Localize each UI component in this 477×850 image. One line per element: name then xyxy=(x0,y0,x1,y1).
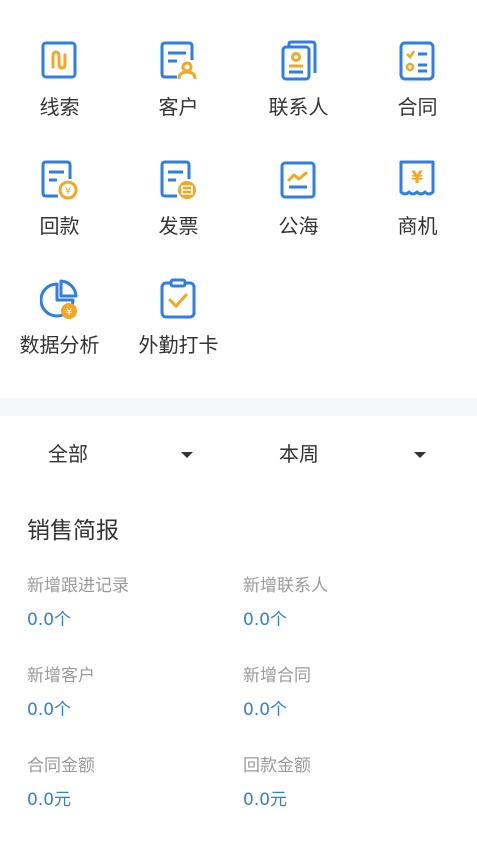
metric-value: 0.0个 xyxy=(27,700,72,720)
metric-value: 0.0元 xyxy=(27,790,72,810)
module-label: 联系人 xyxy=(268,95,329,119)
metric-collection-amount[interactable]: 回款金额 0.0元 xyxy=(243,756,443,810)
module-lead[interactable]: 线索 xyxy=(0,0,119,118)
module-label: 商机 xyxy=(397,214,438,238)
contacts-icon xyxy=(281,40,317,81)
chevron-down-icon xyxy=(181,452,193,458)
metric-new-contracts[interactable]: 新增合同 0.0个 xyxy=(243,666,443,720)
module-customer[interactable]: 客户 xyxy=(119,0,238,118)
module-data-analysis[interactable]: ¥ 数据分析 xyxy=(0,238,119,356)
metric-label: 新增客户 xyxy=(27,666,95,686)
module-payment-collection[interactable]: ¥ 回款 xyxy=(0,119,119,237)
crm-home-screen: 线索 客户 联系人 合同 ¥ 回款 发票 公海 ¥ 商机 ¥ 数据分析 外勤打卡… xyxy=(0,0,477,850)
metric-value: 0.0个 xyxy=(27,610,72,630)
module-opportunity[interactable]: ¥ 商机 xyxy=(358,119,477,237)
module-invoice[interactable]: 发票 xyxy=(119,119,238,237)
metric-contract-amount[interactable]: 合同金额 0.0元 xyxy=(27,756,227,810)
metric-new-followups[interactable]: 新增跟进记录 0.0个 xyxy=(27,576,227,630)
field-checkin-icon xyxy=(160,278,196,319)
period-dropdown-value: 本周 xyxy=(279,442,319,466)
data-analysis-icon: ¥ xyxy=(40,279,78,319)
metric-new-customers[interactable]: 新增客户 0.0个 xyxy=(27,666,227,720)
scope-dropdown[interactable]: 全部 xyxy=(0,416,238,494)
customer-icon xyxy=(160,41,197,80)
module-label: 发票 xyxy=(158,214,199,238)
metric-label: 新增联系人 xyxy=(243,576,328,596)
module-public-pool[interactable]: 公海 xyxy=(239,119,358,237)
metric-label: 合同金额 xyxy=(27,756,95,776)
metric-value: 0.0元 xyxy=(243,790,288,810)
section-divider xyxy=(0,398,477,416)
opportunity-icon: ¥ xyxy=(399,160,435,196)
module-label: 公海 xyxy=(278,214,319,238)
scope-dropdown-value: 全部 xyxy=(48,442,88,466)
public-pool-icon xyxy=(280,161,316,199)
module-field-checkin[interactable]: 外勤打卡 xyxy=(119,238,238,356)
metric-label: 回款金额 xyxy=(243,756,311,776)
module-label: 合同 xyxy=(397,95,438,119)
period-dropdown[interactable]: 本周 xyxy=(238,416,476,494)
module-contract[interactable]: 合同 xyxy=(358,0,477,118)
metric-value: 0.0个 xyxy=(243,700,288,720)
sales-report-title: 销售简报 xyxy=(27,518,119,544)
lead-icon xyxy=(41,41,77,79)
module-label: 客户 xyxy=(158,95,199,119)
module-label: 数据分析 xyxy=(19,333,100,357)
module-contacts[interactable]: 联系人 xyxy=(239,0,358,118)
invoice-icon xyxy=(160,160,196,199)
svg-text:¥: ¥ xyxy=(65,186,71,197)
metric-label: 新增跟进记录 xyxy=(27,576,129,596)
payment-collection-icon: ¥ xyxy=(41,160,78,200)
module-grid: 线索 客户 联系人 合同 ¥ 回款 发票 公海 ¥ 商机 ¥ 数据分析 外勤打卡 xyxy=(0,0,477,398)
chevron-down-icon xyxy=(414,452,426,458)
metric-label: 新增合同 xyxy=(243,666,311,686)
module-label: 回款 xyxy=(39,214,80,238)
contract-icon xyxy=(399,41,435,81)
svg-text:¥: ¥ xyxy=(66,307,72,318)
filter-bar: 全部 本周 xyxy=(0,416,477,494)
module-label: 外勤打卡 xyxy=(138,333,219,357)
module-label: 线索 xyxy=(39,95,80,119)
metric-value: 0.0个 xyxy=(243,610,288,630)
metric-new-contacts[interactable]: 新增联系人 0.0个 xyxy=(243,576,443,630)
svg-text:¥: ¥ xyxy=(411,168,423,188)
